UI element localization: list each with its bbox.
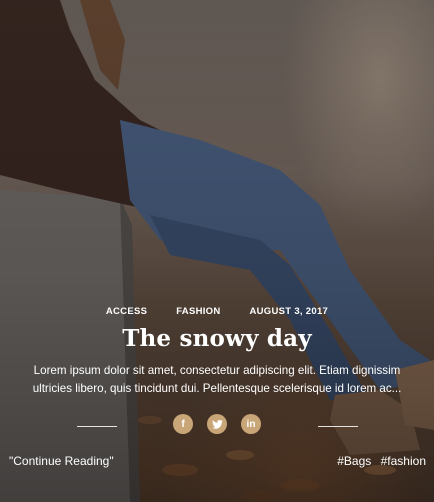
post-meta: ACCESS FASHION AUGUST 3, 2017 (0, 306, 434, 317)
category-link-fashion[interactable]: FASHION (176, 306, 220, 317)
post-date: AUGUST 3, 2017 (249, 306, 329, 317)
excerpt-line: Lorem ipsum dolor sit amet, consectetur … (33, 364, 401, 377)
tag-link-bags[interactable]: #Bags (337, 454, 371, 468)
continue-reading-link[interactable]: "Continue Reading" (9, 454, 114, 468)
linkedin-share-button[interactable]: in (241, 414, 261, 434)
linkedin-icon: in (246, 418, 256, 430)
facebook-share-button[interactable]: f (173, 414, 193, 434)
tag-link-fashion[interactable]: #fashion (381, 454, 426, 468)
post-card: ACCESS FASHION AUGUST 3, 2017 The snowy … (0, 0, 434, 502)
category-link-access[interactable]: ACCESS (106, 306, 147, 317)
twitter-share-button[interactable] (207, 414, 227, 434)
twitter-icon (211, 419, 223, 429)
post-title[interactable]: The snowy day (0, 325, 434, 352)
post-tags: #Bags #fashion (331, 454, 426, 468)
excerpt-line: ultricies libero, quis tincidunt dui. Pe… (32, 382, 402, 395)
divider-left (77, 426, 117, 427)
facebook-icon: f (181, 418, 185, 430)
divider-right (318, 426, 358, 427)
share-bar: f in (0, 414, 434, 434)
post-excerpt: Lorem ipsum dolor sit amet, consectetur … (16, 362, 418, 398)
